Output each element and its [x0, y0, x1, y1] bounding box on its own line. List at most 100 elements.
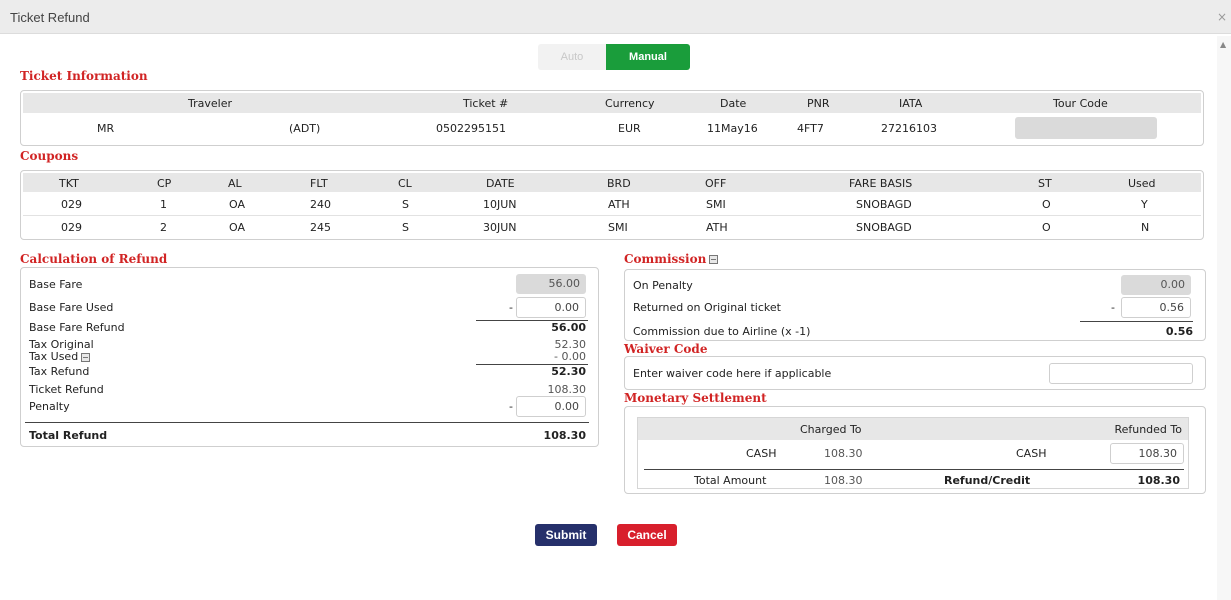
- submit-button[interactable]: Submit: [535, 524, 597, 546]
- tax-used-row: Tax Used: [29, 350, 91, 363]
- coupon-header-cl: CL: [398, 177, 412, 190]
- tax-refund-value: 52.30: [551, 365, 586, 378]
- coupon-header-fare-basis: FARE BASIS: [849, 177, 913, 190]
- coupons-title: Coupons: [20, 149, 79, 163]
- base-fare-used-label: Base Fare Used: [29, 301, 114, 314]
- tax-used-label: Tax Used: [29, 350, 79, 363]
- table-row[interactable]: 029 2 OA 245 S 30JUN SMI ATH SNOBAGD O N: [23, 217, 1201, 239]
- vertical-scrollbar[interactable]: ▲: [1217, 36, 1231, 600]
- table-row[interactable]: 029 1 OA 240 S 10JUN ATH SMI SNOBAGD O Y: [23, 194, 1201, 216]
- header-date: Date: [720, 97, 747, 110]
- coupon-cell: SNOBAGD: [856, 221, 912, 234]
- coupon-cell: SNOBAGD: [856, 198, 912, 211]
- waiver-title: Waiver Code: [624, 342, 708, 356]
- settlement-title: Monetary Settlement: [624, 391, 767, 405]
- total-refund-value: 108.30: [543, 429, 586, 442]
- coupon-header-al: AL: [228, 177, 242, 190]
- coupon-cell: 1: [160, 198, 167, 211]
- calculation-title: Calculation of Refund: [20, 252, 168, 266]
- coupon-cell: SMI: [608, 221, 628, 234]
- header-pnr: PNR: [807, 97, 830, 110]
- coupon-header-used: Used: [1128, 177, 1156, 190]
- penalty-label: Penalty: [29, 400, 70, 413]
- coupon-cell: OA: [229, 198, 245, 211]
- mode-toggle[interactable]: Auto Manual: [538, 44, 690, 70]
- coupon-cell: 029: [61, 221, 82, 234]
- refund-credit-value: 108.30: [1137, 474, 1180, 487]
- coupon-cell: OA: [229, 221, 245, 234]
- coupon-cell: ATH: [706, 221, 728, 234]
- base-fare-label: Base Fare: [29, 278, 83, 291]
- ticket-refund-value: 108.30: [547, 383, 587, 396]
- coupon-cell: 029: [61, 198, 82, 211]
- coupons-panel: TKT CP AL FLT CL DATE BRD OFF FARE BASIS…: [20, 170, 1204, 240]
- charged-amount: 108.30: [824, 447, 863, 460]
- date-value: 11May16: [707, 122, 758, 135]
- refund-method: CASH: [1016, 447, 1047, 460]
- charged-to-header: Charged To: [800, 423, 862, 436]
- header-currency: Currency: [605, 97, 655, 110]
- base-fare-refund-label: Base Fare Refund: [29, 321, 125, 334]
- tour-code-field[interactable]: [1015, 117, 1157, 139]
- waiver-label: Enter waiver code here if applicable: [633, 367, 832, 380]
- base-fare-used-input[interactable]: 0.00: [516, 297, 586, 318]
- coupon-cell: Y: [1141, 198, 1148, 211]
- coupons-header-row: TKT CP AL FLT CL DATE BRD OFF FARE BASIS…: [23, 173, 1201, 192]
- divider: [25, 422, 589, 423]
- currency-value: EUR: [618, 122, 641, 135]
- returned-input[interactable]: 0.56: [1121, 297, 1191, 318]
- divider: [644, 469, 1184, 470]
- coupon-header-brd: BRD: [607, 177, 631, 190]
- coupon-header-tkt: TKT: [59, 177, 79, 190]
- header-ticket: Ticket #: [463, 97, 509, 110]
- commission-due-value: 0.56: [1165, 325, 1193, 338]
- calculator-icon[interactable]: [81, 352, 91, 362]
- charged-method: CASH: [746, 447, 777, 460]
- scroll-up-icon[interactable]: ▲: [1220, 40, 1226, 49]
- commission-title: Commission: [624, 252, 707, 266]
- minus-sign: -: [1111, 301, 1115, 314]
- mode-auto-button[interactable]: Auto: [538, 44, 606, 70]
- coupon-header-flt: FLT: [310, 177, 328, 190]
- cancel-button[interactable]: Cancel: [617, 524, 677, 546]
- base-fare-field: 56.00: [516, 274, 586, 294]
- calculator-icon[interactable]: [709, 255, 719, 264]
- ticket-refund-label: Ticket Refund: [29, 383, 104, 396]
- mode-manual-button[interactable]: Manual: [606, 44, 690, 70]
- coupon-cell: S: [402, 198, 409, 211]
- divider: [1080, 321, 1193, 322]
- minus-sign: -: [509, 301, 513, 314]
- returned-label: Returned on Original ticket: [633, 301, 781, 314]
- ticket-information-title: Ticket Information: [20, 69, 148, 83]
- total-amount-label: Total Amount: [694, 474, 767, 487]
- header-iata: IATA: [899, 97, 923, 110]
- coupon-cell: 30JUN: [483, 221, 517, 234]
- ticket-number: 0502295151: [436, 122, 506, 135]
- coupon-cell: 10JUN: [483, 198, 517, 211]
- header-traveler: Traveler: [188, 97, 232, 110]
- penalty-input[interactable]: 0.00: [516, 396, 586, 417]
- coupon-header-date: DATE: [486, 177, 515, 190]
- refund-amount-input[interactable]: 108.30: [1110, 443, 1184, 464]
- header-tour-code: Tour Code: [1053, 97, 1108, 110]
- calculation-panel: Base Fare 56.00 Base Fare Used - 0.00 Ba…: [20, 267, 599, 447]
- settlement-table: Charged To Refunded To CASH 108.30 CASH …: [637, 417, 1189, 489]
- on-penalty-label: On Penalty: [633, 279, 693, 292]
- coupon-cell: ATH: [608, 198, 630, 211]
- coupon-cell: N: [1141, 221, 1150, 234]
- pnr-value: 4FT7: [797, 122, 824, 135]
- waiver-code-input[interactable]: [1049, 363, 1193, 384]
- close-icon[interactable]: ×: [1217, 10, 1227, 24]
- refunded-to-header: Refunded To: [1114, 423, 1182, 436]
- coupon-cell: 2: [160, 221, 167, 234]
- coupon-header-off: OFF: [705, 177, 727, 190]
- coupon-cell: 240: [310, 198, 331, 211]
- base-fare-refund-value: 56.00: [551, 321, 586, 334]
- traveler-title: MR: [97, 122, 115, 135]
- tax-used-value: - 0.00: [554, 350, 586, 363]
- iata-value: 27216103: [881, 122, 937, 135]
- on-penalty-field: 0.00: [1121, 275, 1191, 295]
- dialog-title: Ticket Refund: [10, 10, 90, 25]
- coupon-cell: 245: [310, 221, 331, 234]
- commission-panel: On Penalty 0.00 Returned on Original tic…: [624, 269, 1206, 341]
